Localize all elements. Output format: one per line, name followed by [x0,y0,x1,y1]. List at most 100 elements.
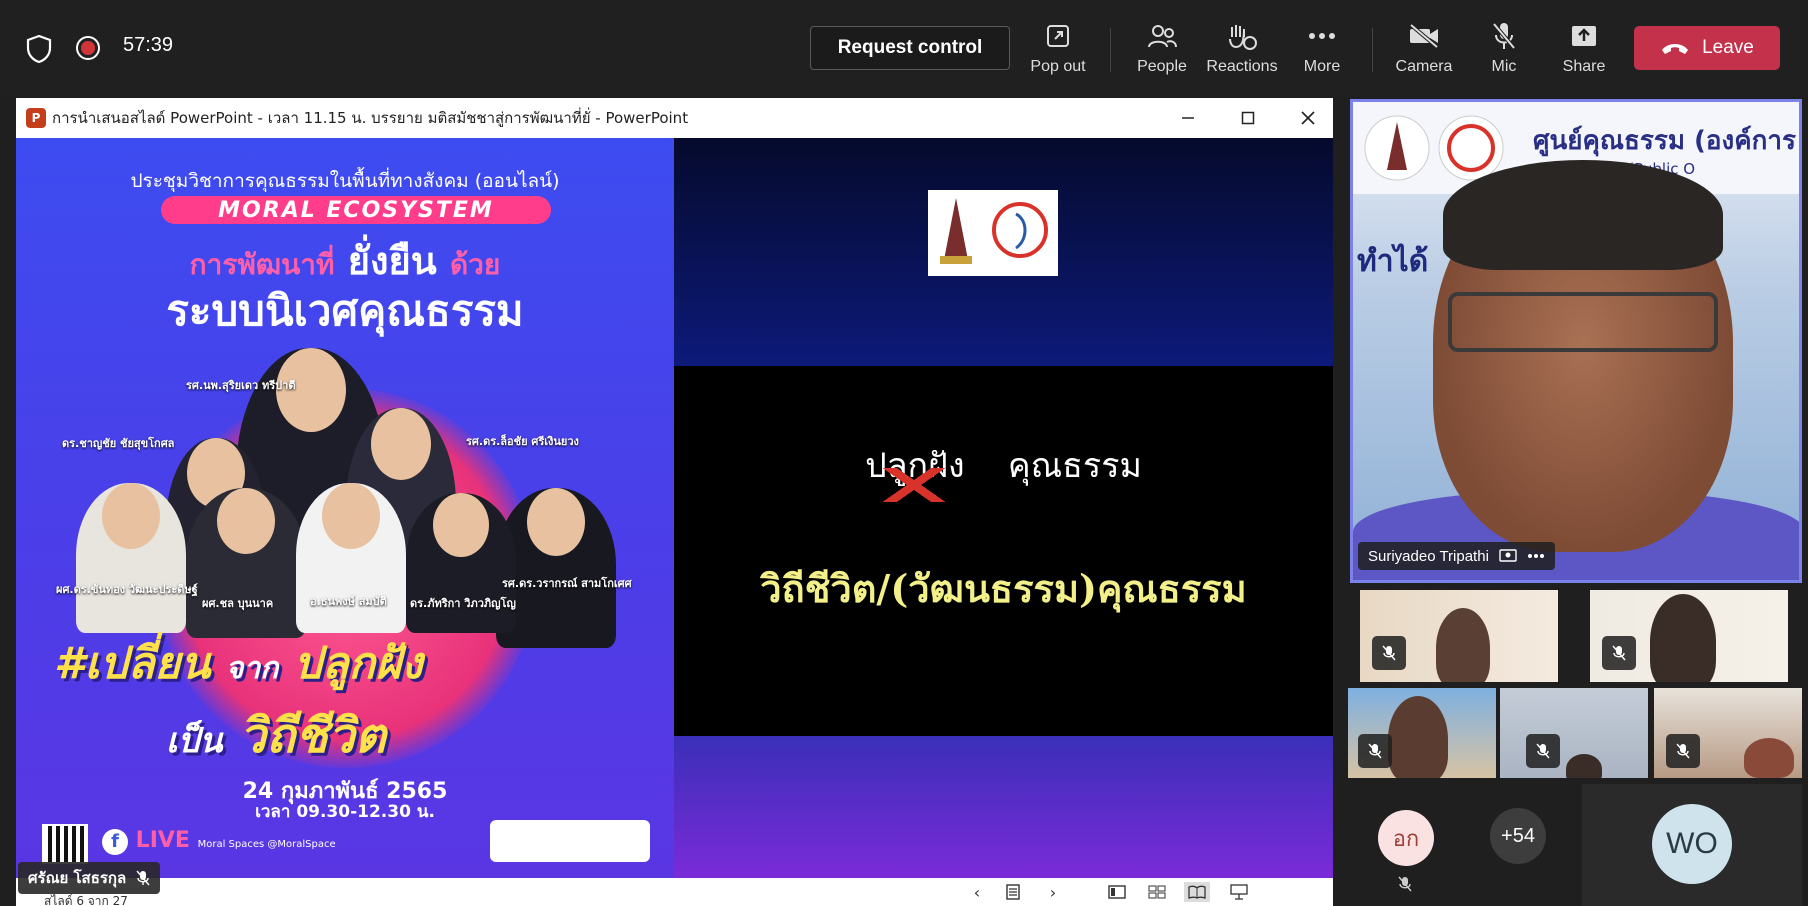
toolbar-divider [1110,28,1111,72]
participant-avatar[interactable]: อก [1378,810,1434,866]
more-dots-icon [1308,18,1336,54]
people-icon [1147,18,1177,54]
mic-button[interactable]: Mic [1464,18,1544,82]
powerpoint-app-icon: P [26,108,46,128]
participant-avatar[interactable]: WO [1652,804,1732,884]
slide-counter: สไลด์ 6 จาก 27 [44,894,128,906]
maximize-button[interactable] [1218,98,1278,138]
slide-list-icon [1006,884,1020,900]
participant-video-tile[interactable] [1348,688,1496,778]
headline-pre: การพัฒนาที่ [189,248,335,281]
camera-label: Camera [1395,58,1453,75]
slogan-way-of-life: วิถีชีวิต [239,708,386,764]
phone-hangup-icon [1662,44,1689,54]
main-participant-video[interactable]: ศูนย์คุณธรรม (องค์การ Center (Public O ท… [1350,99,1802,583]
mic-off-icon [1676,743,1690,759]
mute-badge [1372,636,1406,670]
meeting-toolbar: 57:39 Request control Pop out People Rea… [0,0,1808,95]
leave-label: Leave [1702,37,1754,58]
request-control-button[interactable]: Request control [810,26,1010,70]
slide-bottom-band [674,736,1333,878]
facebook-live-label: f LIVE Moral Spaces @MoralSpace [102,828,336,855]
participant-name-tag: Suriyadeo Tripathi [1358,542,1555,570]
presenter-view-icon [1230,884,1248,900]
facebook-icon: f [102,829,128,855]
reactions-button[interactable]: Reactions [1202,18,1282,82]
participant-video-tile[interactable] [1360,590,1558,682]
share-icon [1570,18,1598,54]
speaker-photo [296,483,406,633]
mic-off-icon [1382,645,1396,661]
slide-line-1: ปลูกฝัง คุณธรรม [674,438,1333,492]
recording-icon [74,34,102,62]
participant-video-tile[interactable] [1500,688,1648,778]
minimize-button[interactable] [1158,98,1218,138]
mic-off-icon [1491,18,1517,54]
grid-view-icon [1148,885,1166,899]
people-label: People [1137,58,1187,75]
more-options-icon[interactable] [1527,553,1545,559]
leave-button[interactable]: Leave [1634,26,1780,70]
window-title-bar: P การนำเสนอสไลด์ PowerPoint - เวลา 11.15… [16,98,1333,138]
slide-content: ปลูกฝัง คุณธรรม วิถีชีวิต/(วัฒนธรรม)คุณธ… [674,138,1333,878]
more-participants-count[interactable]: +54 [1490,808,1546,864]
pop-out-label: Pop out [1030,58,1086,75]
shield-icon[interactable] [22,32,56,66]
speaker-name: รศ.ดร.วรากรณ์ สามโกเศศ [502,577,632,590]
slide-middle-band [674,366,1333,736]
maximize-icon [1241,111,1255,125]
meeting-timer: 57:39 [123,34,174,56]
slide-sorter-button[interactable] [1000,882,1026,902]
participant-video-tile[interactable] [1590,590,1788,682]
live-subtext: Moral Spaces @MoralSpace [197,839,336,850]
mic-off-icon [1536,743,1550,759]
mute-badge [1602,636,1636,670]
pop-out-button[interactable]: Pop out [1018,18,1098,82]
poster-headline-2: ระบบนิเวศคุณธรรม [166,286,524,335]
poster-slogan-1: #เปลี่ยน จาก ปลูกฝัง [54,628,422,698]
mute-badge [1666,734,1700,768]
participant-name: Suriyadeo Tripathi [1368,547,1489,565]
grid-view-button[interactable] [1144,882,1170,902]
reading-view-icon [1188,885,1206,899]
powerpoint-window: P การนำเสนอสไลด์ PowerPoint - เวลา 11.15… [16,98,1333,906]
mic-label: Mic [1491,58,1517,75]
live-text: LIVE [135,828,190,853]
speaker-photo [186,488,306,638]
headline-post: ด้วย [450,248,501,281]
poster-tag: MORAL ECOSYSTEM [161,196,551,224]
organization-logos [928,190,1058,276]
speaker-name: ดร.ชาญชัย ชัยสุขโกศล [62,437,175,450]
window-title: การนำเสนอสไลด์ PowerPoint - เวลา 11.15 น… [52,109,689,127]
mic-off-icon [1398,876,1412,892]
chevron-right-icon: › [1049,882,1057,902]
speaker-name: อ.ธนพงษ์ สมบัติ [310,595,387,608]
share-button[interactable]: Share [1544,18,1624,82]
people-button[interactable]: People [1122,18,1202,82]
speaker-name: ผศ.ชล บุนนาค [202,597,274,610]
more-button[interactable]: More [1282,18,1362,82]
screen-share-icon [1499,549,1517,562]
poster-subtitle: ประชุมวิชาการคุณธรรมในพื้นที่ทางสังคม (อ… [130,170,560,192]
camera-button[interactable]: Camera [1384,18,1464,82]
presenter-name-tag: ศรัณย โสธรกุล [18,862,161,894]
close-window-button[interactable] [1278,98,1333,138]
speaker-hair [1443,160,1723,270]
speaker-glasses [1448,292,1718,352]
mute-badge [1358,734,1392,768]
speaker-photo [76,483,186,633]
slogan-instill: ปลูกฝัง [293,638,423,689]
participant-video-tile[interactable] [1654,688,1802,778]
presenter-name: ศรัณย โสธรกุล [28,869,127,887]
presenter-view-button[interactable] [1226,882,1252,902]
crossed-word: ปลูกฝัง [865,446,965,486]
qr-code [42,824,88,864]
pop-out-icon [1045,18,1071,54]
normal-view-button[interactable] [1104,882,1130,902]
next-slide-button[interactable]: › [1040,882,1066,902]
share-label: Share [1562,58,1606,75]
previous-slide-button[interactable]: ‹ [964,882,990,902]
reading-view-button[interactable] [1184,882,1210,902]
speaker-name: ดร.ภัทริกา วิภวภิญโญ [410,597,516,610]
camera-off-icon [1408,18,1440,54]
